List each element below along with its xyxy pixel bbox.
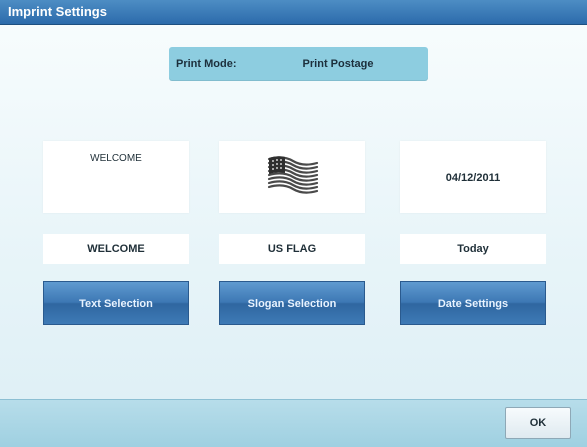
print-mode-label: Print Mode: [176, 58, 237, 70]
window-title: Imprint Settings [8, 4, 107, 19]
ok-button[interactable]: OK [505, 407, 571, 439]
date-preview: 04/12/2011 [400, 141, 546, 213]
date-selection-value-label: Today [457, 243, 489, 255]
slogan-preview [219, 141, 365, 213]
print-mode-bar[interactable]: Print Mode: Print Postage [169, 47, 428, 81]
imprint-settings-panel: Print Mode: Print Postage WELCOME 04/12/… [0, 25, 587, 399]
text-preview: WELCOME [43, 141, 189, 213]
footer-bar: OK [0, 399, 587, 447]
title-bar: Imprint Settings [0, 0, 587, 25]
date-selection-value: Today [400, 234, 546, 264]
text-selection-value-label: WELCOME [87, 243, 145, 255]
date-preview-label: 04/12/2011 [445, 172, 501, 184]
print-mode-value: Print Postage [302, 58, 374, 70]
slogan-selection-value: US FLAG [219, 234, 365, 264]
slogan-selection-value-label: US FLAG [267, 243, 317, 255]
text-selection-value: WELCOME [43, 234, 189, 264]
text-selection-button[interactable]: Text Selection [43, 281, 189, 325]
date-settings-button[interactable]: Date Settings [400, 281, 546, 325]
slogan-selection-button[interactable]: Slogan Selection [219, 281, 365, 325]
us-flag-icon [267, 156, 319, 194]
text-preview-label: WELCOME [90, 153, 142, 164]
